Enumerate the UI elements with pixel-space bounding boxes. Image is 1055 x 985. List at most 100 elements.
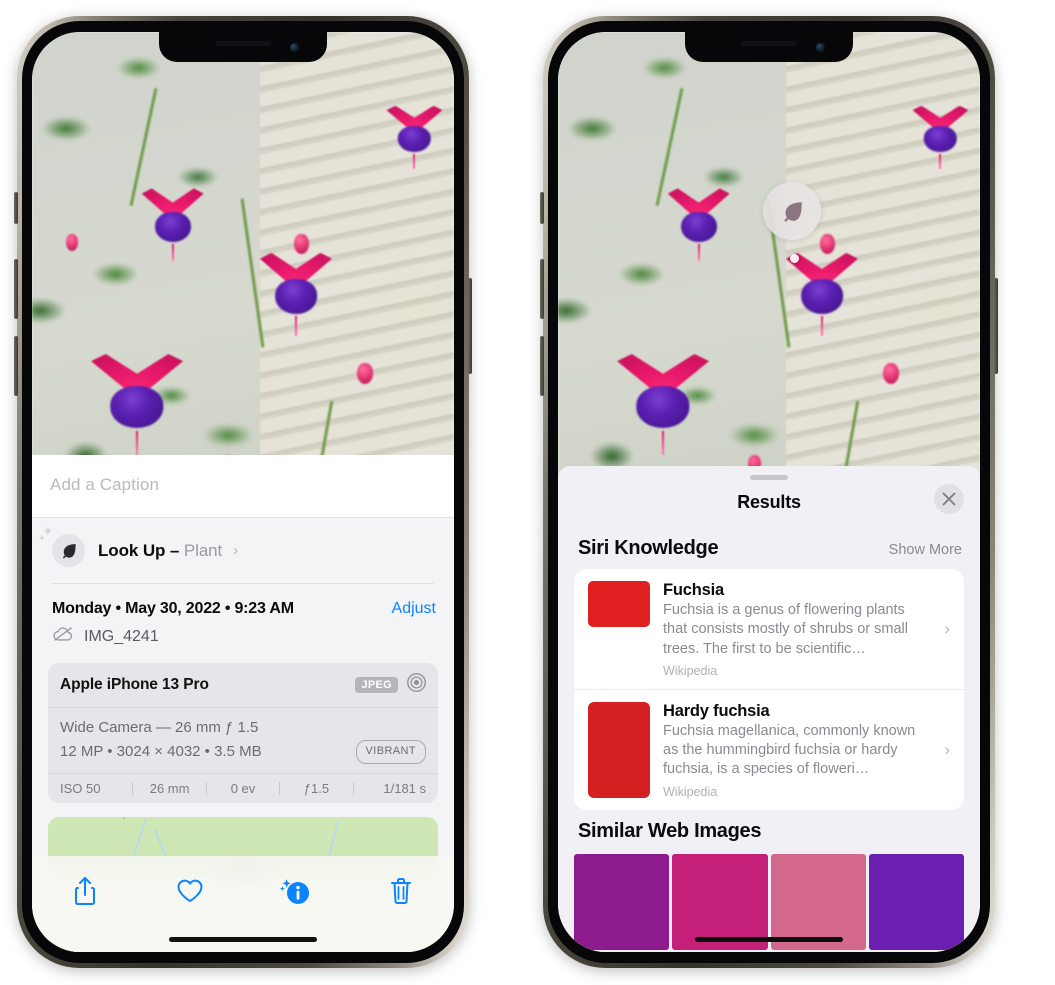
photo-bud [819, 234, 835, 255]
lens-info: Wide Camera — 26 mm ƒ 1.5 [60, 719, 259, 736]
chevron-right-icon[interactable]: › [944, 740, 952, 760]
aperture-icon[interactable] [406, 672, 427, 698]
favorite-button[interactable] [167, 870, 213, 912]
result-description: Fuchsia is a genus of flowering plants t… [663, 602, 908, 657]
photo-flower [259, 252, 332, 336]
size-info: 12 MP • 3024 × 4032 • 3.5 MB [60, 743, 262, 760]
sparkles-icon: ✦ [42, 523, 54, 539]
size-info-row: 12 MP • 3024 × 4032 • 3.5 MB VIBRANT [60, 740, 426, 764]
phone-screen-left: Add a Caption ✦ ✦ Look Up – Plant › Mond… [32, 32, 454, 952]
phone-bezel: Add a Caption ✦ ✦ Look Up – Plant › Mond… [22, 21, 464, 963]
result-title: Hardy fuchsia [663, 701, 770, 720]
exif-focal: 26 mm [149, 781, 190, 796]
result-thumbnail [588, 701, 650, 798]
front-camera [816, 43, 825, 52]
siri-knowledge-header: Siri Knowledge Show More [558, 527, 980, 569]
notch [159, 32, 327, 62]
photo-bud [356, 363, 373, 385]
result-body: Fuchsia Fuchsia is a genus of flowering … [663, 581, 931, 678]
photo-flower [386, 105, 443, 169]
home-indicator[interactable] [169, 937, 317, 942]
siri-knowledge-card: Fuchsia Fuchsia is a genus of flowering … [574, 569, 964, 810]
web-image-tile[interactable] [574, 853, 670, 950]
look-up-row[interactable]: ✦ ✦ Look Up – Plant › [32, 518, 454, 583]
cloud-slash-icon [52, 626, 74, 647]
power-button[interactable] [468, 278, 472, 374]
camera-model: Apple iPhone 13 Pro [60, 676, 209, 693]
leaf-icon[interactable] [763, 182, 821, 240]
close-icon[interactable] [934, 484, 964, 514]
photo-flower [912, 105, 969, 169]
similar-web-images-header: Similar Web Images [558, 810, 980, 852]
silence-switch[interactable] [14, 192, 18, 224]
front-camera [290, 43, 299, 52]
exif-body: Wide Camera — 26 mm ƒ 1.5 12 MP • 3024 ×… [48, 708, 438, 774]
result-source: Wikipedia [663, 784, 718, 799]
chevron-right-icon[interactable]: › [944, 619, 952, 639]
photo-bud [65, 234, 78, 252]
share-button[interactable] [62, 870, 108, 912]
caption-field[interactable]: Add a Caption [32, 455, 454, 518]
exif-card: Apple iPhone 13 Pro JPEG Wide Camera — 2… [48, 663, 438, 803]
photo-flower [667, 188, 730, 262]
screenshot-stage: Add a Caption ✦ ✦ Look Up – Plant › Mond… [0, 0, 1055, 985]
look-up-label: Look Up – Plant [98, 541, 222, 561]
caption-input[interactable]: Add a Caption [50, 475, 436, 495]
volume-down-button[interactable] [14, 336, 18, 396]
exif-badges: JPEG [355, 672, 427, 698]
photo-flower [617, 354, 710, 455]
earpiece-speaker [215, 41, 271, 46]
volume-up-button[interactable] [540, 259, 544, 319]
phone-right: Results Siri Knowledge Show More Fuchsia… [540, 16, 998, 968]
sparkles-icon-small: ✦ [38, 533, 46, 543]
chevron-right-icon[interactable]: › [233, 542, 238, 559]
photo-bud [293, 234, 309, 255]
photo-flower [91, 354, 184, 455]
exif-shutter: 1/181 s [383, 781, 427, 796]
web-image-tile[interactable] [672, 853, 768, 950]
detection-anchor-dot [790, 254, 799, 263]
results-header: Results [558, 480, 980, 527]
exif-iso: ISO 50 [60, 781, 101, 796]
web-image-tile[interactable] [868, 853, 964, 950]
info-button[interactable] [273, 870, 319, 912]
leaf-icon [52, 534, 85, 567]
look-up-subject: Plant [183, 540, 223, 560]
section-title: Similar Web Images [578, 819, 762, 842]
delete-button[interactable] [378, 870, 424, 912]
result-title: Fuchsia [663, 581, 724, 599]
photo-flower [785, 252, 858, 336]
results-title: Results [737, 492, 801, 512]
photo-bud [882, 363, 899, 385]
web-image-tile[interactable] [770, 853, 866, 950]
filename-row: IMG_4241 [32, 620, 454, 659]
profile-badge: VIBRANT [355, 740, 426, 764]
result-source: Wikipedia [663, 663, 718, 678]
exif-strip: ISO 50 26 mm 0 ev ƒ1.5 1/181 s [48, 774, 438, 803]
list-item[interactable]: Fuchsia Fuchsia is a genus of flowering … [574, 569, 964, 689]
look-up-prefix: Look Up – [98, 540, 184, 560]
phone-bezel: Results Siri Knowledge Show More Fuchsia… [548, 21, 990, 963]
power-button[interactable] [994, 278, 998, 374]
format-badge: JPEG [355, 677, 398, 693]
visual-lookup-results-sheet: Results Siri Knowledge Show More Fuchsia… [558, 466, 980, 952]
home-indicator[interactable] [695, 937, 843, 942]
phone-left: Add a Caption ✦ ✦ Look Up – Plant › Mond… [14, 16, 472, 968]
show-more-button[interactable]: Show More [889, 542, 962, 558]
volume-down-button[interactable] [540, 336, 544, 396]
section-title: Siri Knowledge [578, 537, 719, 559]
exif-header: Apple iPhone 13 Pro JPEG [48, 663, 438, 708]
silence-switch[interactable] [540, 192, 544, 224]
photo-flower [141, 188, 204, 262]
phone-screen-right: Results Siri Knowledge Show More Fuchsia… [558, 32, 980, 952]
photo-filename: IMG_4241 [84, 627, 159, 645]
exif-ev: 0 ev [230, 781, 256, 796]
volume-up-button[interactable] [14, 259, 18, 319]
result-body: Hardy fuchsia Fuchsia magellanica, commo… [663, 702, 931, 799]
adjust-button[interactable]: Adjust [392, 600, 436, 618]
similar-web-images-grid [558, 853, 980, 950]
list-item[interactable]: Hardy fuchsia Fuchsia magellanica, commo… [574, 688, 964, 810]
result-description: Fuchsia magellanica, commonly known as t… [663, 722, 916, 778]
earpiece-speaker [741, 41, 797, 46]
notch [685, 32, 853, 62]
